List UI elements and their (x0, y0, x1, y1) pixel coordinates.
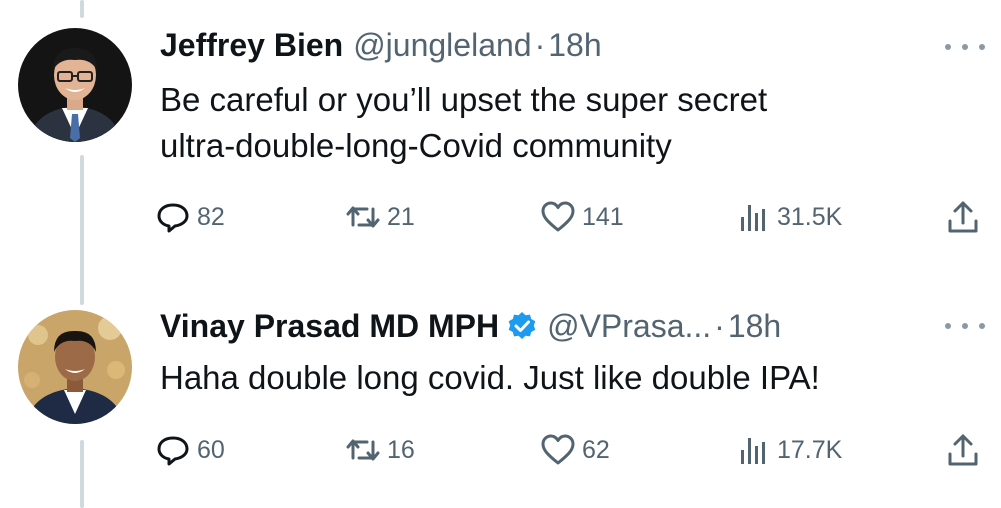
reply-count: 60 (197, 435, 225, 464)
verified-badge-icon (508, 312, 536, 339)
reply-icon (157, 203, 189, 233)
share-button[interactable] (945, 425, 981, 475)
like-button[interactable]: 141 (540, 192, 624, 242)
tweet-text-line: ultra-double-long-Covid community (160, 127, 672, 164)
share-button[interactable] (945, 192, 981, 242)
separator-dot: · (714, 307, 725, 344)
tweet-text-line: Haha double long covid. Just like double… (160, 359, 820, 396)
user-handle[interactable]: @VPrasa... (547, 308, 711, 345)
retweet-icon (346, 206, 380, 228)
views-button[interactable]: 31.5K (735, 192, 842, 242)
views-count: 31.5K (777, 202, 843, 231)
tweet-header: Vinay Prasad MD MPH @VPrasa... · 18h (160, 304, 941, 348)
views-button[interactable]: 17.7K (735, 425, 842, 475)
share-icon (948, 201, 978, 233)
tweet-text: Haha double long covid. Just like double… (160, 355, 971, 401)
like-count: 141 (582, 202, 624, 231)
views-icon (741, 438, 765, 464)
separator-dot: · (534, 26, 546, 63)
like-count: 62 (582, 435, 610, 464)
action-bar: 82 21 141 31.5K (155, 192, 981, 242)
display-name[interactable]: Jeffrey Bien (160, 27, 343, 64)
views-count: 17.7K (777, 435, 843, 464)
retweet-button[interactable]: 16 (345, 425, 415, 475)
reply-button[interactable]: 60 (155, 425, 225, 475)
timestamp[interactable]: 18h (548, 27, 601, 64)
reply-icon (157, 436, 189, 466)
tweet[interactable]: Vinay Prasad MD MPH @VPrasa... · 18h Hah… (0, 280, 1001, 508)
retweet-count: 16 (387, 435, 415, 464)
user-handle[interactable]: @jungleland (353, 27, 531, 64)
views-icon (741, 205, 765, 231)
retweet-button[interactable]: 21 (345, 192, 415, 242)
timestamp[interactable]: 18h (728, 308, 781, 345)
tweet[interactable]: Jeffrey Bien @jungleland · 18h Be carefu… (0, 0, 1001, 260)
like-button[interactable]: 62 (540, 425, 610, 475)
avatar[interactable] (18, 310, 132, 424)
heart-icon (541, 201, 575, 232)
reply-count: 82 (197, 202, 225, 231)
more-icon[interactable] (945, 37, 985, 57)
retweet-icon (346, 439, 380, 461)
share-icon (948, 434, 978, 466)
action-bar: 60 16 62 17.7K (155, 425, 981, 475)
tweet-header: Jeffrey Bien @jungleland · 18h (160, 23, 941, 67)
retweet-count: 21 (387, 202, 415, 231)
tweet-text: Be careful or you’ll upset the super sec… (160, 77, 971, 169)
more-icon[interactable] (945, 316, 985, 336)
reply-button[interactable]: 82 (155, 192, 225, 242)
display-name[interactable]: Vinay Prasad MD MPH (160, 308, 499, 345)
heart-icon (541, 434, 575, 465)
avatar[interactable] (18, 28, 132, 142)
tweet-text-line: Be careful or you’ll upset the super sec… (160, 81, 768, 118)
